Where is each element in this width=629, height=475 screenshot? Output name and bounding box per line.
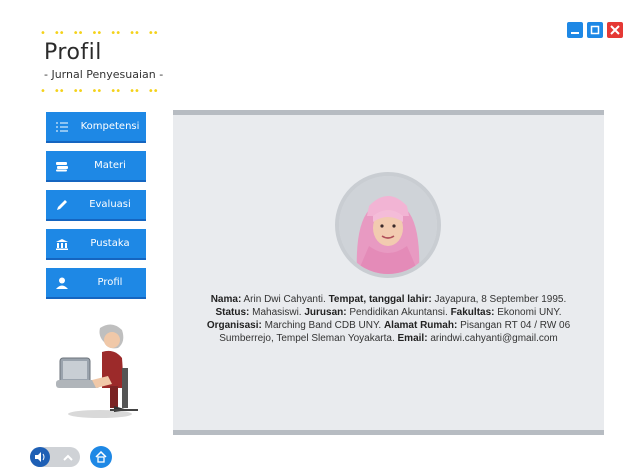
minimize-button[interactable]: [567, 22, 583, 38]
chevron-up-icon: [62, 451, 74, 469]
menu-item-label: Kompetensi: [80, 121, 140, 132]
speaker-icon: [30, 447, 50, 467]
fakultas-value: Ekonomi UNY.: [497, 307, 562, 318]
profile-bio: Nama: Arin Dwi Cahyanti. Tempat, tanggal…: [203, 293, 574, 345]
menu-item-label: Evaluasi: [89, 199, 131, 210]
ttl-label: Tempat, tanggal lahir:: [328, 294, 432, 305]
profile-photo: [335, 172, 441, 278]
menu-item-materi[interactable]: Materi: [46, 151, 146, 182]
decorative-dots-top: • •• •• •• •• •• ••: [40, 28, 159, 39]
menu-item-profil[interactable]: Profil: [46, 268, 146, 299]
menu-item-label: Pustaka: [90, 238, 130, 249]
email-label: Email:: [397, 333, 428, 344]
sound-toggle[interactable]: [30, 447, 80, 467]
menu-item-label: Profil: [97, 277, 123, 288]
organisasi-value: Marching Band CDB UNY.: [264, 320, 382, 331]
jurusan-label: Jurusan:: [304, 307, 347, 318]
library-icon: [50, 238, 74, 250]
ttl-value: Jayapura, 8 September 1995.: [434, 294, 567, 305]
fakultas-label: Fakultas:: [450, 307, 495, 318]
side-menu: Kompetensi Materi Evaluasi Pustaka Profi…: [46, 112, 146, 307]
nama-value: Arin Dwi Cahyanti.: [243, 294, 326, 305]
list-icon: [50, 121, 74, 133]
maximize-icon: [590, 25, 600, 35]
bottom-controls: [30, 446, 112, 468]
app-window: • •• •• •• •• •• •• Profil - Jurnal Penyesuaia…: [0, 0, 629, 475]
menu-item-pustaka[interactable]: Pustaka: [46, 229, 146, 260]
status-label: Status:: [215, 307, 250, 318]
status-value: Mahasiswi.: [252, 307, 302, 318]
home-button[interactable]: [90, 446, 112, 468]
jurusan-value: Pendidikan Akuntansi.: [349, 307, 448, 318]
menu-item-label: Materi: [94, 160, 126, 171]
minimize-icon: [571, 32, 579, 34]
character-illustration: [52, 318, 142, 418]
organisasi-label: Organisasi:: [206, 320, 262, 331]
email-value: arindwi.cahyanti@gmail.com: [430, 333, 558, 344]
menu-item-evaluasi[interactable]: Evaluasi: [46, 190, 146, 221]
books-icon: [50, 160, 74, 172]
close-button[interactable]: [607, 22, 623, 38]
nama-label: Nama:: [210, 294, 242, 305]
menu-item-kompetensi[interactable]: Kompetensi: [46, 112, 146, 143]
page-title: Profil: [44, 40, 102, 65]
decorative-dots-bottom: • •• •• •• •• •• ••: [40, 86, 159, 97]
alamat-label: Alamat Rumah:: [383, 320, 458, 331]
pencil-icon: [50, 199, 74, 211]
maximize-button[interactable]: [587, 22, 603, 38]
window-controls: [567, 22, 623, 38]
close-icon: [610, 25, 620, 35]
profile-panel: Nama: Arin Dwi Cahyanti. Tempat, tanggal…: [173, 110, 604, 435]
user-icon: [50, 277, 74, 289]
page-subtitle: - Jurnal Penyesuaian -: [44, 68, 164, 81]
home-icon: [95, 451, 107, 463]
